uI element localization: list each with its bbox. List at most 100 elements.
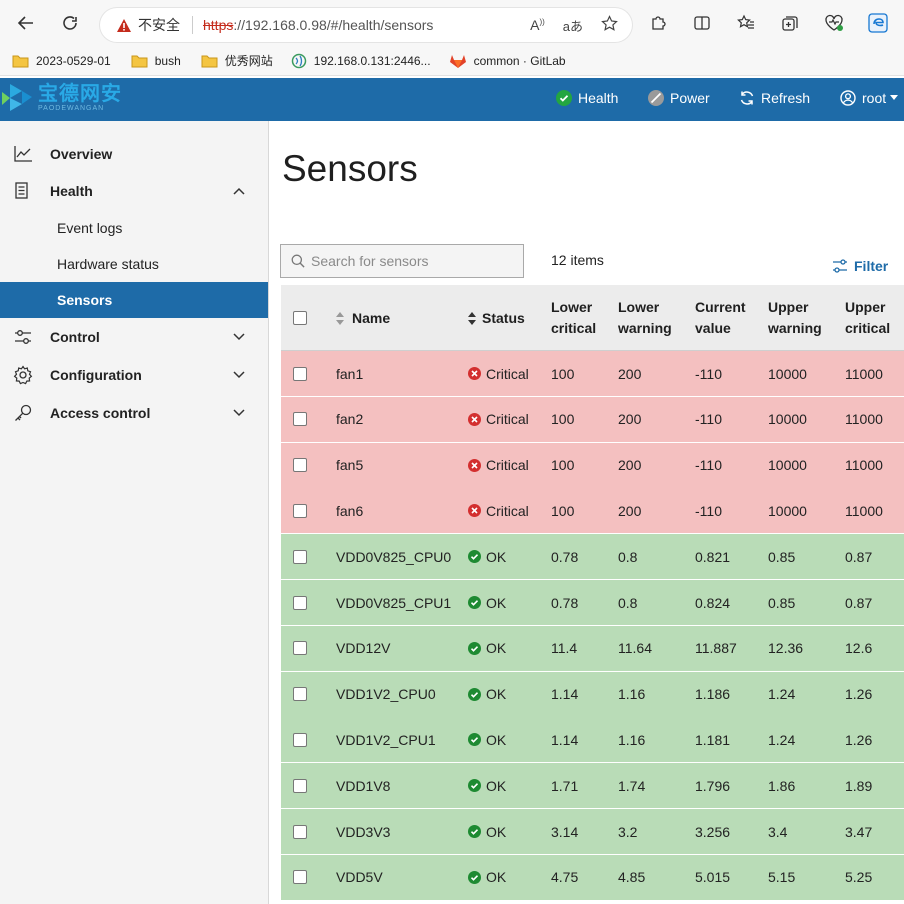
cell-lower-critical: 100 bbox=[551, 365, 575, 382]
table-row[interactable]: fan6 Critical 100 200 -110 10000 11000 bbox=[281, 488, 904, 535]
gitlab-icon bbox=[449, 53, 467, 69]
bookmark-folder[interactable]: 2023-0529-01 bbox=[12, 54, 111, 68]
sidebar-item-hardware-status[interactable]: Hardware status bbox=[0, 246, 268, 282]
page-title: Sensors bbox=[282, 148, 418, 189]
table-row[interactable]: VDD1V2_CPU1 OK 1.14 1.16 1.181 1.24 1.26 bbox=[281, 717, 904, 764]
cell-lower-warning: 1.74 bbox=[618, 777, 646, 794]
bookmark-label: 2023-0529-01 bbox=[36, 53, 111, 68]
row-checkbox[interactable] bbox=[293, 503, 307, 518]
table-row[interactable]: fan5 Critical 100 200 -110 10000 11000 bbox=[281, 442, 904, 489]
row-checkbox[interactable] bbox=[293, 412, 307, 427]
table-row[interactable]: VDD3V3 OK 3.14 3.2 3.256 3.4 3.47 bbox=[281, 809, 904, 855]
cell-current-value: 5.015 bbox=[695, 869, 731, 886]
row-checkbox[interactable] bbox=[293, 595, 307, 610]
select-all-checkbox[interactable] bbox=[293, 311, 307, 325]
table-row[interactable]: VDD0V825_CPU0 OK 0.78 0.8 0.821 0.85 0.87 bbox=[281, 534, 904, 581]
column-header-name[interactable]: Name bbox=[336, 285, 390, 351]
collections-icon[interactable] bbox=[780, 13, 800, 33]
browser-toolbar: 不安全 https ://192.168.0.98/#/health/senso… bbox=[0, 0, 904, 46]
bookmark-label: bush bbox=[154, 53, 181, 68]
table-row[interactable]: VDD5V OK 4.75 4.85 5.015 5.15 5.25 bbox=[281, 854, 904, 901]
cell-name: fan6 bbox=[336, 502, 364, 519]
site-icon bbox=[291, 53, 307, 69]
cell-current-value: 3.256 bbox=[695, 823, 731, 840]
browser-essentials-icon[interactable] bbox=[824, 13, 844, 33]
bookmark-label: 192.168.0.131:2446... bbox=[313, 53, 431, 68]
back-icon[interactable] bbox=[13, 10, 39, 36]
cell-lower-warning: 1.16 bbox=[618, 686, 646, 703]
filter-button[interactable]: Filter bbox=[832, 258, 888, 274]
row-checkbox[interactable] bbox=[293, 641, 307, 656]
row-checkbox[interactable] bbox=[293, 732, 307, 747]
sidebar-item-label: Hardware status bbox=[57, 256, 159, 272]
cell-name: VDD5V bbox=[336, 869, 383, 886]
cell-lower-warning: 0.8 bbox=[618, 594, 638, 611]
row-checkbox[interactable] bbox=[293, 824, 307, 839]
search-box[interactable] bbox=[280, 244, 524, 278]
ok-check-icon bbox=[468, 825, 481, 838]
row-checkbox[interactable] bbox=[293, 870, 307, 885]
table-row[interactable]: fan2 Critical 100 200 -110 10000 11000 bbox=[281, 396, 904, 443]
company-logo[interactable]: 宝德网安 PAODEWANGAN bbox=[0, 82, 122, 114]
cell-status: Critical bbox=[468, 443, 529, 488]
sidebar-item-health[interactable]: Health bbox=[0, 173, 268, 209]
sidebar-item-label: Configuration bbox=[50, 367, 142, 383]
header-power-button[interactable]: Power bbox=[648, 90, 710, 106]
sidebar-item-overview[interactable]: Overview bbox=[0, 136, 268, 172]
table-row[interactable]: VDD12V OK 11.4 11.64 11.887 12.36 12.6 bbox=[281, 625, 904, 672]
search-input[interactable] bbox=[311, 253, 511, 269]
column-header-current-value: Current value bbox=[695, 285, 746, 351]
row-checkbox[interactable] bbox=[293, 549, 307, 564]
sidebar-item-control[interactable]: Control bbox=[0, 319, 268, 355]
row-checkbox-cell bbox=[293, 534, 307, 579]
address-bar[interactable]: 不安全 https ://192.168.0.98/#/health/senso… bbox=[100, 8, 632, 42]
health-ok-icon bbox=[556, 90, 572, 106]
column-header-lower-critical: Lower critical bbox=[551, 285, 596, 351]
clipboard-icon bbox=[13, 182, 33, 200]
header-user-menu[interactable]: root bbox=[840, 90, 899, 106]
favorites-icon[interactable] bbox=[736, 13, 756, 33]
table-row[interactable]: VDD1V2_CPU0 OK 1.14 1.16 1.186 1.24 1.26 bbox=[281, 671, 904, 718]
sidebar-item-sensors[interactable]: Sensors bbox=[0, 282, 268, 318]
table-row[interactable]: VDD1V8 OK 1.71 1.74 1.796 1.86 1.89 bbox=[281, 763, 904, 810]
cell-name: VDD1V2_CPU0 bbox=[336, 686, 436, 703]
header-health-button[interactable]: Health bbox=[556, 90, 618, 106]
sidebar-item-configuration[interactable]: Configuration bbox=[0, 357, 268, 393]
reload-icon[interactable] bbox=[57, 10, 83, 36]
sidebar-item-label: Event logs bbox=[57, 220, 123, 236]
status-label: Critical bbox=[486, 365, 529, 382]
folder-icon bbox=[201, 54, 218, 68]
cell-lower-warning: 0.8 bbox=[618, 548, 638, 565]
chevron-down-icon bbox=[233, 333, 245, 341]
column-header-status[interactable]: Status bbox=[468, 285, 525, 351]
ok-check-icon bbox=[468, 779, 481, 793]
extensions-icon[interactable] bbox=[648, 13, 668, 33]
read-aloud-icon[interactable]: A)) bbox=[530, 17, 545, 33]
row-checkbox[interactable] bbox=[293, 366, 307, 381]
split-screen-icon[interactable] bbox=[692, 13, 712, 33]
row-checkbox[interactable] bbox=[293, 458, 307, 473]
table-row[interactable]: VDD0V825_CPU1 OK 0.78 0.8 0.824 0.85 0.87 bbox=[281, 580, 904, 626]
row-checkbox[interactable] bbox=[293, 778, 307, 793]
bookmark-link[interactable]: 192.168.0.131:2446... bbox=[291, 53, 431, 69]
bookmark-link[interactable]: common · GitLab bbox=[449, 53, 566, 69]
edge-icon[interactable] bbox=[868, 13, 888, 33]
status-label: Critical bbox=[486, 457, 529, 474]
cell-name: fan2 bbox=[336, 411, 364, 428]
bookmark-folder[interactable]: 优秀网站 bbox=[201, 52, 273, 69]
favorite-star-icon[interactable] bbox=[601, 15, 618, 35]
header-refresh-button[interactable]: Refresh bbox=[739, 90, 810, 106]
status-label: OK bbox=[486, 731, 507, 748]
row-checkbox[interactable] bbox=[293, 687, 307, 702]
translate-icon[interactable]: aあ bbox=[563, 16, 583, 35]
cell-upper-critical: 1.26 bbox=[845, 731, 873, 748]
status-label: Critical bbox=[486, 411, 529, 428]
bookmark-label: 优秀网站 bbox=[224, 54, 273, 68]
cell-upper-critical: 11000 bbox=[845, 365, 883, 382]
address-divider bbox=[192, 16, 193, 34]
table-row[interactable]: fan1 Critical 100 200 -110 10000 11000 bbox=[281, 351, 904, 397]
sidebar-item-access-control[interactable]: Access control bbox=[0, 395, 268, 431]
sort-icon bbox=[336, 311, 344, 325]
sidebar-item-event-logs[interactable]: Event logs bbox=[0, 210, 268, 246]
bookmark-folder[interactable]: bush bbox=[131, 54, 181, 68]
